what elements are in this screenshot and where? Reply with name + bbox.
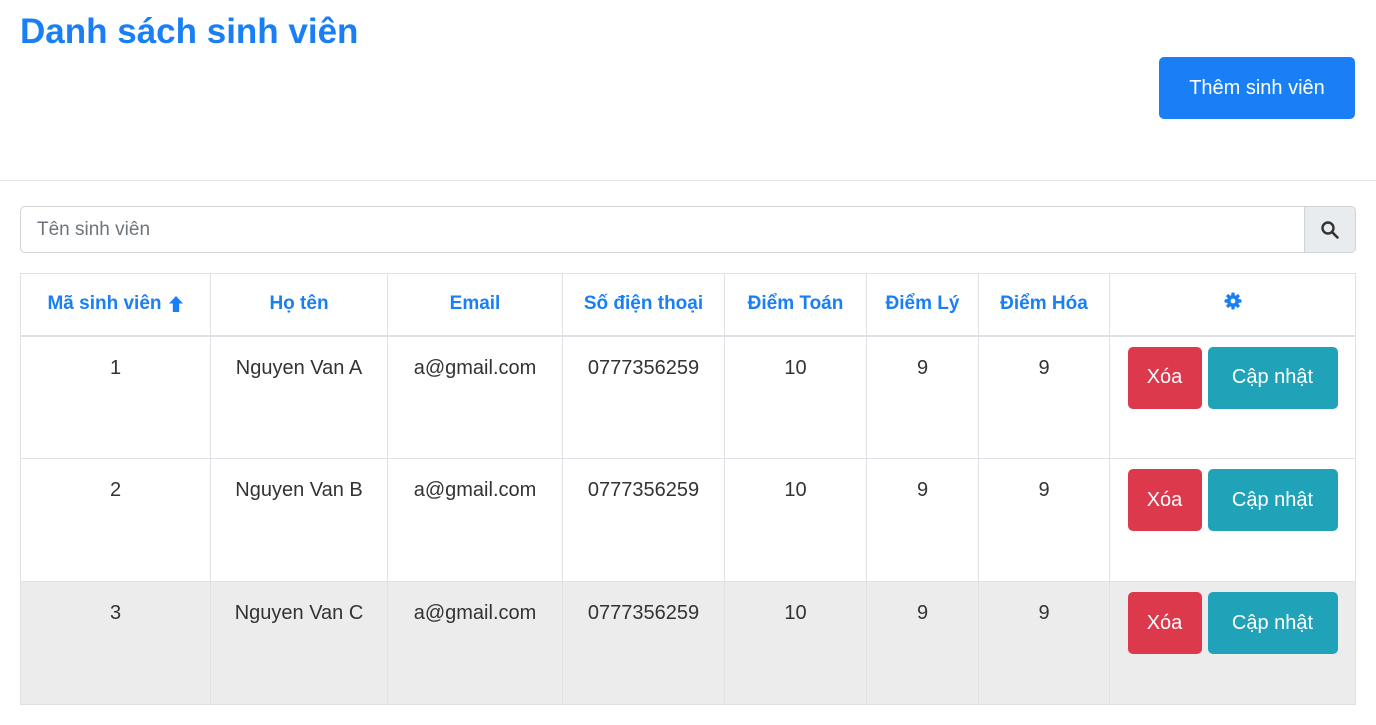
table-row: 1 Nguyen Van A a@gmail.com 0777356259 10…	[20, 335, 1356, 459]
update-button[interactable]: Cập nhật	[1207, 592, 1338, 654]
students-table: Mã sinh viên Họ tên Email Số điện thoại …	[20, 273, 1356, 705]
search-bar	[20, 206, 1356, 253]
cell-email: a@gmail.com	[387, 458, 563, 582]
header-email[interactable]: Email	[387, 273, 563, 337]
cell-student-id: 1	[20, 335, 211, 459]
cell-math-score: 10	[724, 458, 867, 582]
divider	[0, 180, 1376, 181]
search-input[interactable]	[20, 206, 1304, 253]
cell-math-score: 10	[724, 581, 867, 705]
header-physics-score[interactable]: Điểm Lý	[866, 273, 979, 337]
search-button[interactable]	[1304, 206, 1356, 253]
header-chemistry-score[interactable]: Điểm Hóa	[978, 273, 1110, 337]
cell-physics-score: 9	[866, 581, 979, 705]
cell-name: Nguyen Van A	[210, 335, 388, 459]
delete-button[interactable]: Xóa	[1127, 346, 1202, 409]
cell-chemistry-score: 9	[978, 458, 1110, 582]
header-label: Mã sinh viên	[47, 293, 162, 315]
gear-icon[interactable]	[1224, 292, 1242, 310]
delete-button[interactable]: Xóa	[1127, 592, 1202, 654]
table-row: 3 Nguyen Van C a@gmail.com 0777356259 10…	[20, 581, 1356, 705]
cell-name: Nguyen Van C	[210, 581, 388, 705]
update-button[interactable]: Cập nhật	[1207, 346, 1338, 409]
header-math-score[interactable]: Điểm Toán	[724, 273, 867, 337]
cell-phone: 0777356259	[562, 335, 725, 459]
cell-physics-score: 9	[866, 335, 979, 459]
cell-chemistry-score: 9	[978, 335, 1110, 459]
page-title: Danh sách sinh viên	[20, 12, 359, 51]
cell-actions: Xóa Cập nhật	[1109, 458, 1356, 582]
cell-student-id: 3	[20, 581, 211, 705]
cell-student-id: 2	[20, 458, 211, 582]
update-button[interactable]: Cập nhật	[1207, 469, 1338, 531]
header-phone[interactable]: Số điện thoại	[562, 273, 725, 337]
delete-button[interactable]: Xóa	[1127, 469, 1202, 531]
cell-chemistry-score: 9	[978, 581, 1110, 705]
cell-name: Nguyen Van B	[210, 458, 388, 582]
table-row: 2 Nguyen Van B a@gmail.com 0777356259 10…	[20, 458, 1356, 582]
search-icon	[1321, 220, 1339, 239]
cell-phone: 0777356259	[562, 458, 725, 582]
header-actions	[1109, 273, 1356, 337]
cell-email: a@gmail.com	[387, 581, 563, 705]
header-student-id[interactable]: Mã sinh viên	[20, 273, 211, 337]
cell-phone: 0777356259	[562, 581, 725, 705]
cell-physics-score: 9	[866, 458, 979, 582]
table-header-row: Mã sinh viên Họ tên Email Số điện thoại …	[20, 273, 1356, 337]
add-student-button[interactable]: Thêm sinh viên	[1159, 57, 1355, 119]
cell-actions: Xóa Cập nhật	[1109, 581, 1356, 705]
header-name[interactable]: Họ tên	[210, 273, 388, 337]
cell-email: a@gmail.com	[387, 335, 563, 459]
arrow-up-icon	[168, 296, 183, 313]
cell-actions: Xóa Cập nhật	[1109, 335, 1356, 459]
cell-math-score: 10	[724, 335, 867, 459]
